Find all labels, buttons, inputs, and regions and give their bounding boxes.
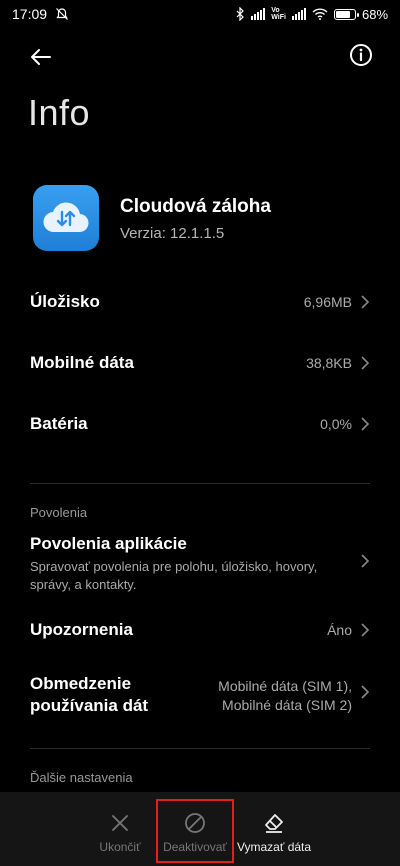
storage-value: 6,96MB	[303, 294, 352, 310]
bluetooth-icon	[236, 7, 245, 21]
section-divider	[30, 748, 370, 749]
cloud-sync-icon	[43, 202, 89, 233]
vowifi-icon: Vo WiFi	[271, 7, 286, 21]
battery-value: 0,0%	[320, 416, 352, 432]
storage-label: Úložisko	[30, 292, 100, 311]
permissions-section-label: Povolenia	[30, 505, 88, 520]
data-limit-value: Mobilné dáta (SIM 1), Mobilné dáta (SIM …	[218, 678, 352, 713]
signal-sim1-icon	[251, 8, 266, 20]
battery-label: Batéria	[30, 414, 88, 433]
page-title: Info	[28, 92, 91, 133]
notifications-label: Upozornenia	[30, 620, 133, 639]
chevron-right-icon	[361, 685, 370, 699]
stop-button[interactable]: Ukončiť	[92, 792, 148, 854]
close-icon	[112, 815, 128, 831]
app-version: Verzia: 12.1.1.5	[120, 225, 225, 242]
top-bar	[0, 36, 400, 76]
clear-data-button[interactable]: Vymazať dáta	[234, 792, 314, 854]
mobile-data-row[interactable]: Mobilné dáta 38,8KB	[30, 353, 370, 373]
back-arrow-icon[interactable]	[26, 42, 56, 72]
data-limit-label: Obmedzenie používania dát	[30, 674, 149, 715]
wifi-icon	[312, 8, 328, 20]
chevron-right-icon	[361, 623, 370, 637]
battery-icon	[333, 8, 359, 20]
app-icon	[33, 185, 99, 251]
app-permissions-description: Spravovať povolenia pre polohu, úložisko…	[30, 559, 318, 592]
battery-row[interactable]: Batéria 0,0%	[30, 414, 370, 434]
status-time: 17:09	[12, 6, 48, 22]
stop-label: Ukončiť	[99, 840, 141, 854]
more-settings-label: Ďalšie nastavenia	[30, 770, 133, 785]
signal-sim2-icon	[291, 8, 306, 20]
eraser-icon	[265, 814, 283, 833]
chevron-right-icon	[361, 295, 370, 309]
info-icon[interactable]	[348, 42, 374, 68]
notifications-value: Áno	[327, 622, 352, 638]
muted-bell-icon	[56, 8, 68, 20]
highlight-box	[156, 799, 234, 863]
app-permissions-title: Povolenia aplikácie	[30, 534, 187, 553]
app-name: Cloudová záloha	[120, 196, 271, 217]
battery-percent: 68%	[361, 6, 388, 22]
chevron-right-icon	[361, 417, 370, 431]
mobile-data-value: 38,8KB	[306, 355, 352, 371]
mobile-data-label: Mobilné dáta	[30, 353, 134, 372]
clear-data-label: Vymazať dáta	[236, 840, 312, 854]
chevron-right-icon	[361, 356, 370, 370]
notifications-row[interactable]: Upozornenia Áno	[30, 620, 370, 640]
section-divider	[30, 483, 370, 484]
storage-row[interactable]: Úložisko 6,96MB	[30, 292, 370, 312]
chevron-right-icon	[361, 554, 370, 568]
status-bar: 17:09 Vo WiFi 68%	[0, 0, 400, 28]
